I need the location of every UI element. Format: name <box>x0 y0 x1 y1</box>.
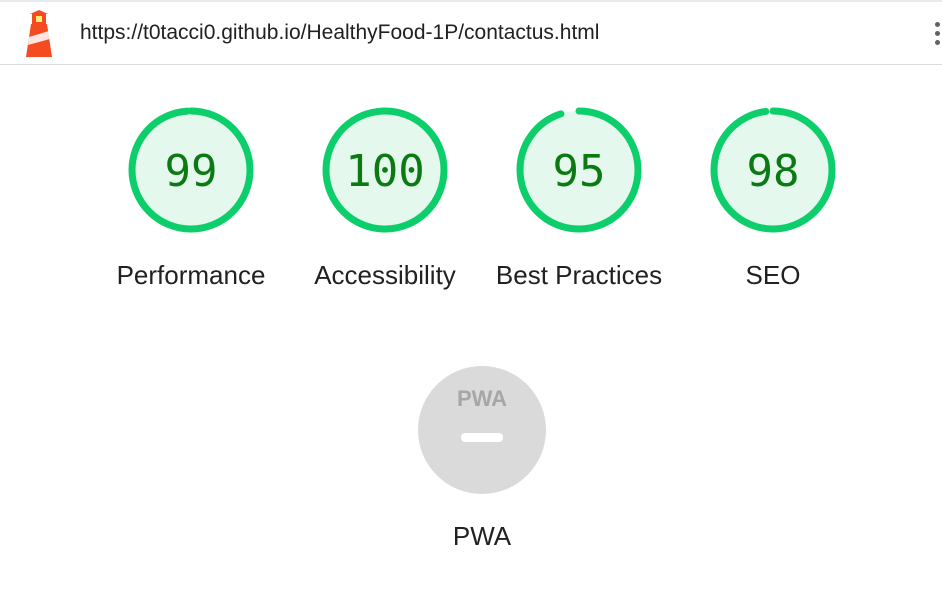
gauge-accessibility-score: 100 <box>345 146 424 197</box>
gauge-pwa[interactable]: PWA PWA <box>418 366 548 551</box>
report-topbar: https://t0tacci0.github.io/HealthyFood-1… <box>0 0 942 65</box>
gauge-performance-score: 99 <box>165 146 218 197</box>
gauge-best-practices-label: Best Practices <box>495 260 663 290</box>
gauge-pwa-label: PWA <box>452 521 512 551</box>
gauge-best-practices-ring: 95 <box>516 107 642 233</box>
gauge-seo[interactable]: 98 SEO <box>708 105 838 290</box>
gauge-performance-label: Performance <box>116 260 266 290</box>
gauge-seo-score: 98 <box>747 146 800 197</box>
lighthouse-icon <box>26 10 52 57</box>
kebab-menu-icon[interactable] <box>933 22 942 52</box>
gauge-seo-label: SEO <box>745 260 801 290</box>
pwa-badge: PWA <box>418 366 546 494</box>
gauge-seo-ring: 98 <box>710 107 836 233</box>
gauge-accessibility-ring: 100 <box>322 107 448 233</box>
gauge-performance[interactable]: 99 Performance <box>117 105 265 290</box>
report-url[interactable]: https://t0tacci0.github.io/HealthyFood-1… <box>80 20 599 46</box>
gauge-performance-ring: 99 <box>128 107 254 233</box>
pwa-dash-icon <box>461 433 503 442</box>
gauge-best-practices[interactable]: 95 Best Practices <box>496 105 662 290</box>
pwa-logo-icon: PWA <box>456 386 508 411</box>
gauge-accessibility-label: Accessibility <box>314 260 456 290</box>
gauge-best-practices-score: 95 <box>553 146 606 197</box>
gauge-accessibility[interactable]: 100 Accessibility <box>314 105 456 290</box>
